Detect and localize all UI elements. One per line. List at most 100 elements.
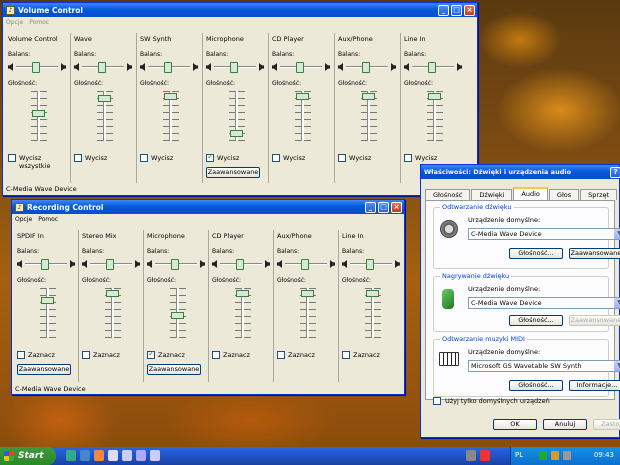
internet-explorer-icon[interactable] <box>80 450 90 461</box>
volume-slider[interactable] <box>38 288 58 338</box>
volume-slider[interactable] <box>161 91 181 141</box>
balance-slider[interactable] <box>17 257 75 271</box>
tab-audio[interactable]: Audio <box>513 187 548 200</box>
volume-slider[interactable] <box>425 91 445 141</box>
menu-options[interactable]: Opcje <box>15 216 32 223</box>
menu-help[interactable]: Pomoc <box>29 19 49 26</box>
slider-thumb[interactable] <box>106 290 119 297</box>
slider-thumb[interactable] <box>32 110 45 117</box>
volume-slider[interactable] <box>363 288 383 338</box>
slider-thumb[interactable] <box>98 62 106 73</box>
close-button[interactable]: × <box>391 202 402 213</box>
slider-thumb[interactable] <box>98 95 111 102</box>
advanced-button[interactable]: Zaawansowane <box>206 167 260 178</box>
slider-thumb[interactable] <box>32 62 40 73</box>
balance-slider[interactable] <box>140 60 198 74</box>
recording-volume-button[interactable]: Głośność... <box>509 315 563 326</box>
firefox-icon[interactable] <box>94 450 104 461</box>
slider-thumb[interactable] <box>236 259 244 270</box>
slider-thumb[interactable] <box>230 62 238 73</box>
mute-checkbox[interactable] <box>82 351 90 359</box>
minimize-button[interactable]: _ <box>365 202 376 213</box>
volume-slider[interactable] <box>95 91 115 141</box>
mute-checkbox[interactable] <box>272 154 280 162</box>
window-icon[interactable] <box>136 450 146 461</box>
slider-thumb[interactable] <box>428 93 441 100</box>
advanced-button[interactable]: Zaawansowane <box>147 364 201 375</box>
midi-device-select[interactable]: Microsoft GS Wavetable SW Synth ▼ <box>468 360 620 372</box>
tab-volume[interactable]: Głośność <box>425 189 471 200</box>
balance-slider[interactable] <box>342 257 400 271</box>
mute-checkbox[interactable] <box>277 351 285 359</box>
close-button[interactable]: × <box>464 5 475 16</box>
start-button[interactable]: Start <box>0 447 56 465</box>
only-default-checkbox[interactable] <box>433 397 441 405</box>
slider-thumb[interactable] <box>164 62 172 73</box>
volume-slider[interactable] <box>227 91 247 141</box>
slider-thumb[interactable] <box>362 93 375 100</box>
volume-control-titlebar[interactable]: ♪ Volume Control _ □ × <box>3 3 477 17</box>
mute-checkbox[interactable] <box>404 154 412 162</box>
playback-volume-button[interactable]: Głośność... <box>509 248 563 259</box>
mute-checkbox[interactable] <box>206 152 214 162</box>
slider-thumb[interactable] <box>296 62 304 73</box>
shield-icon[interactable] <box>551 451 559 460</box>
balance-slider[interactable] <box>206 60 264 74</box>
slider-thumb[interactable] <box>106 259 114 270</box>
advanced-button[interactable]: Zaawansowane <box>17 364 71 375</box>
recording-control-titlebar[interactable]: ♪ Recording Control _ □ × <box>12 200 404 214</box>
cancel-button[interactable]: Anuluj <box>543 419 587 430</box>
balance-slider[interactable] <box>272 60 330 74</box>
language-indicator[interactable]: PL <box>515 451 523 459</box>
mute-checkbox[interactable] <box>147 349 155 359</box>
slider-thumb[interactable] <box>428 62 436 73</box>
menu-help[interactable]: Pomoc <box>38 216 58 223</box>
properties-titlebar[interactable]: Właściwości: Dźwięki i urządzenia audio … <box>421 165 620 179</box>
recording-device-select[interactable]: C-Media Wave Device ▼ <box>468 297 620 309</box>
mute-checkbox[interactable] <box>212 351 220 359</box>
help-button[interactable]: ? <box>610 167 620 178</box>
app-icon[interactable] <box>466 450 476 461</box>
slider-thumb[interactable] <box>366 290 379 297</box>
minimize-button[interactable]: _ <box>438 5 449 16</box>
tab-voice[interactable]: Głos <box>548 189 580 200</box>
volume-slider[interactable] <box>359 91 379 141</box>
playback-device-select[interactable]: C-Media Wave Device ▼ <box>468 228 620 240</box>
tab-hardware[interactable]: Sprzęt <box>580 189 618 200</box>
slider-thumb[interactable] <box>301 259 309 270</box>
slider-thumb[interactable] <box>171 259 179 270</box>
slider-thumb[interactable] <box>171 312 184 319</box>
window-icon[interactable] <box>150 450 160 461</box>
show-desktop-icon[interactable] <box>66 450 76 461</box>
network-icon[interactable] <box>539 451 547 460</box>
slider-thumb[interactable] <box>164 93 177 100</box>
mute-checkbox[interactable] <box>338 154 346 162</box>
volume-slider[interactable] <box>103 288 123 338</box>
midi-volume-button[interactable]: Głośność... <box>509 380 563 391</box>
balance-slider[interactable] <box>277 257 335 271</box>
ok-button[interactable]: OK <box>493 419 537 430</box>
tab-sounds[interactable]: Dźwięki <box>471 189 513 200</box>
volume-slider[interactable] <box>168 288 188 338</box>
app-icon[interactable] <box>480 450 490 461</box>
speaker-icon[interactable] <box>563 451 571 460</box>
slider-thumb[interactable] <box>41 259 49 270</box>
mute-checkbox[interactable] <box>342 351 350 359</box>
slider-thumb[interactable] <box>236 290 249 297</box>
mute-checkbox[interactable] <box>74 154 82 162</box>
document-icon[interactable] <box>108 450 118 461</box>
volume-slider[interactable] <box>29 91 49 141</box>
slider-thumb[interactable] <box>366 259 374 270</box>
balance-slider[interactable] <box>147 257 205 271</box>
maximize-button[interactable]: □ <box>451 5 462 16</box>
slider-thumb[interactable] <box>230 130 243 137</box>
mute-checkbox[interactable] <box>17 351 25 359</box>
balance-slider[interactable] <box>74 60 132 74</box>
balance-slider[interactable] <box>8 60 66 74</box>
balance-slider[interactable] <box>338 60 396 74</box>
slider-thumb[interactable] <box>301 290 314 297</box>
slider-thumb[interactable] <box>362 62 370 73</box>
midi-info-button[interactable]: Informacje... <box>569 380 620 391</box>
playback-advanced-button[interactable]: Zaawansowane... <box>569 248 620 259</box>
mute-checkbox[interactable] <box>8 154 16 162</box>
